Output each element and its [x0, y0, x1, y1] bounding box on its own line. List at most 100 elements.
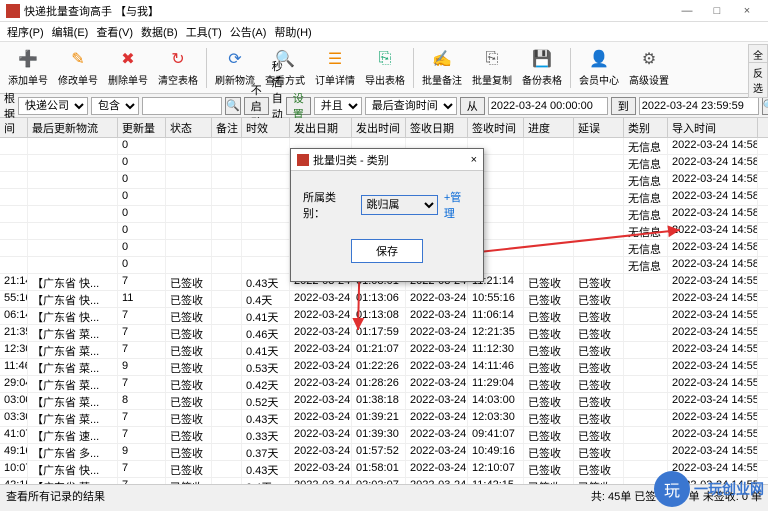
- col-header[interactable]: 类别: [624, 118, 668, 137]
- toolbar-separator: [206, 48, 207, 88]
- cell: [212, 478, 242, 484]
- col-header[interactable]: 备注: [212, 118, 242, 137]
- toolbar-高级设置[interactable]: ⚙高级设置: [625, 45, 673, 91]
- settings-button[interactable]: 设置: [286, 97, 311, 115]
- date-from-input[interactable]: [488, 97, 608, 115]
- date-to-input[interactable]: [639, 97, 759, 115]
- cell: [28, 223, 118, 239]
- toolbar-导出表格[interactable]: ⎘导出表格: [361, 45, 409, 91]
- to-button[interactable]: 到: [611, 97, 636, 115]
- cell: 【广东省 快...: [28, 291, 118, 307]
- table-row[interactable]: 21:35【广东省 菜...7已签收0.46天2022-03-2401:17:5…: [0, 325, 768, 342]
- col-header[interactable]: 更新量: [118, 118, 166, 137]
- contain-select[interactable]: 包含: [91, 97, 139, 115]
- toolbar-清空表格[interactable]: ↻清空表格: [154, 45, 202, 91]
- cell: 【广东省 菜...: [28, 478, 118, 484]
- table-row[interactable]: 55:16【广东省 快...11已签收0.4天2022-03-2401:13:0…: [0, 291, 768, 308]
- cell: 已签收: [524, 342, 574, 358]
- cell: [0, 240, 28, 256]
- cell: [574, 155, 624, 171]
- col-header[interactable]: 状态: [166, 118, 212, 137]
- cell: 已签收: [166, 461, 212, 477]
- cell: 已签收: [524, 359, 574, 375]
- cell: 01:21:07: [352, 342, 406, 358]
- search-icon[interactable]: 🔍: [225, 97, 241, 115]
- table-row[interactable]: 06:14【广东省 快...7已签收0.41天2022-03-2401:13:0…: [0, 308, 768, 325]
- company-select[interactable]: 快递公司: [18, 97, 88, 115]
- menu-item-0[interactable]: 程序(P): [4, 23, 47, 41]
- toolbar-icon: ⎘: [481, 48, 503, 70]
- cell: 02:02:07: [352, 478, 406, 484]
- toolbar-添加单号[interactable]: ➕添加单号: [4, 45, 52, 91]
- and-select[interactable]: 并且: [314, 97, 362, 115]
- col-header[interactable]: 间: [0, 118, 28, 137]
- minimize-button[interactable]: —: [672, 5, 702, 17]
- menu-item-5[interactable]: 公告(A): [227, 23, 270, 41]
- col-header[interactable]: 签收时间: [468, 118, 524, 137]
- toolbar-label: 备份表格: [522, 72, 562, 87]
- cell: [524, 189, 574, 205]
- nostart-button[interactable]: 不启动: [244, 97, 269, 115]
- dialog-close-icon[interactable]: ×: [471, 154, 477, 166]
- lastquery-select[interactable]: 最后查询时间: [365, 97, 457, 115]
- table-row[interactable]: 03:30【广东省 菜...7已签收0.43天2022-03-2401:39:2…: [0, 410, 768, 427]
- table-row[interactable]: 03:00【广东省 菜...8已签收0.52天2022-03-2401:38:1…: [0, 393, 768, 410]
- from-button[interactable]: 从: [460, 97, 485, 115]
- toolbar-label: 添加单号: [8, 72, 48, 87]
- menu-item-2[interactable]: 查看(V): [93, 23, 136, 41]
- cell: 已签收: [524, 478, 574, 484]
- cell: 已签收: [166, 308, 212, 324]
- cell: 2022-03-24: [406, 427, 468, 443]
- menu-item-1[interactable]: 编辑(E): [49, 23, 92, 41]
- col-header[interactable]: 签收日期: [406, 118, 468, 137]
- maximize-button[interactable]: □: [702, 5, 732, 17]
- cell: 已签收: [166, 274, 212, 290]
- cell: 2022-03-24: [406, 325, 468, 341]
- col-header[interactable]: 时效: [242, 118, 290, 137]
- cell: 无信息: [624, 155, 668, 171]
- toolbar-备份表格[interactable]: 💾备份表格: [518, 45, 566, 91]
- cell: [0, 138, 28, 154]
- cell: [624, 444, 668, 460]
- table-row[interactable]: 29:04【广东省 菜...7已签收0.42天2022-03-2401:28:2…: [0, 376, 768, 393]
- cell: [624, 274, 668, 290]
- menu-item-4[interactable]: 工具(T): [183, 23, 225, 41]
- cell: 2022-03-24: [290, 376, 352, 392]
- toolbar-修改单号[interactable]: ✎修改单号: [54, 45, 102, 91]
- cell: 已签收: [166, 376, 212, 392]
- toolbar-删除单号[interactable]: ✖删除单号: [104, 45, 152, 91]
- cell: [28, 172, 118, 188]
- cell: [212, 138, 242, 154]
- table-row[interactable]: 11:46【广东省 菜...9已签收0.53天2022-03-2401:22:2…: [0, 359, 768, 376]
- col-header[interactable]: 最后更新物流: [28, 118, 118, 137]
- table-row[interactable]: 49:16【广东省 多...9已签收0.37天2022-03-2401:57:5…: [0, 444, 768, 461]
- toolbar-订单详情[interactable]: ☰订单详情: [311, 45, 359, 91]
- menu-item-3[interactable]: 数据(B): [138, 23, 181, 41]
- toolbar-批量备注[interactable]: ✍批量备注: [418, 45, 466, 91]
- filter-input[interactable]: [142, 97, 222, 115]
- col-header[interactable]: 发出时间: [352, 118, 406, 137]
- col-header[interactable]: 延误: [574, 118, 624, 137]
- col-header[interactable]: 进度: [524, 118, 574, 137]
- menu-item-6[interactable]: 帮助(H): [271, 23, 314, 41]
- category-select[interactable]: 跳归属: [361, 195, 437, 215]
- cell: 0.43天: [242, 461, 290, 477]
- save-button[interactable]: 保存: [351, 239, 423, 263]
- toolbar-批量复制[interactable]: ⎘批量复制: [468, 45, 516, 91]
- col-header[interactable]: 发出日期: [290, 118, 352, 137]
- table-row[interactable]: 12:30【广东省 菜...7已签收0.41天2022-03-2401:21:0…: [0, 342, 768, 359]
- table-row[interactable]: 42:15【广东省 菜...7已签收0.4天2022-03-2402:02:07…: [0, 478, 768, 484]
- table-row[interactable]: 10:07【广东省 快...7已签收0.43天2022-03-2401:58:0…: [0, 461, 768, 478]
- manage-link[interactable]: +管理: [444, 189, 471, 221]
- cell: 已签收: [574, 291, 624, 307]
- toolbar-会员中心[interactable]: 👤会员中心: [575, 45, 623, 91]
- cell: 已签收: [524, 308, 574, 324]
- cell: 2022-03-24: [290, 393, 352, 409]
- cell: 01:13:08: [352, 308, 406, 324]
- table-row[interactable]: 41:07【广东省 速...7已签收0.33天2022-03-2401:39:3…: [0, 427, 768, 444]
- invert-select-button[interactable]: 反选: [748, 62, 768, 98]
- col-header[interactable]: 导入时间: [668, 118, 758, 137]
- close-button[interactable]: ×: [732, 5, 762, 17]
- toolbar-查看方式[interactable]: 🔍查看方式: [261, 45, 309, 91]
- filter-search-icon[interactable]: 🔍: [762, 97, 768, 115]
